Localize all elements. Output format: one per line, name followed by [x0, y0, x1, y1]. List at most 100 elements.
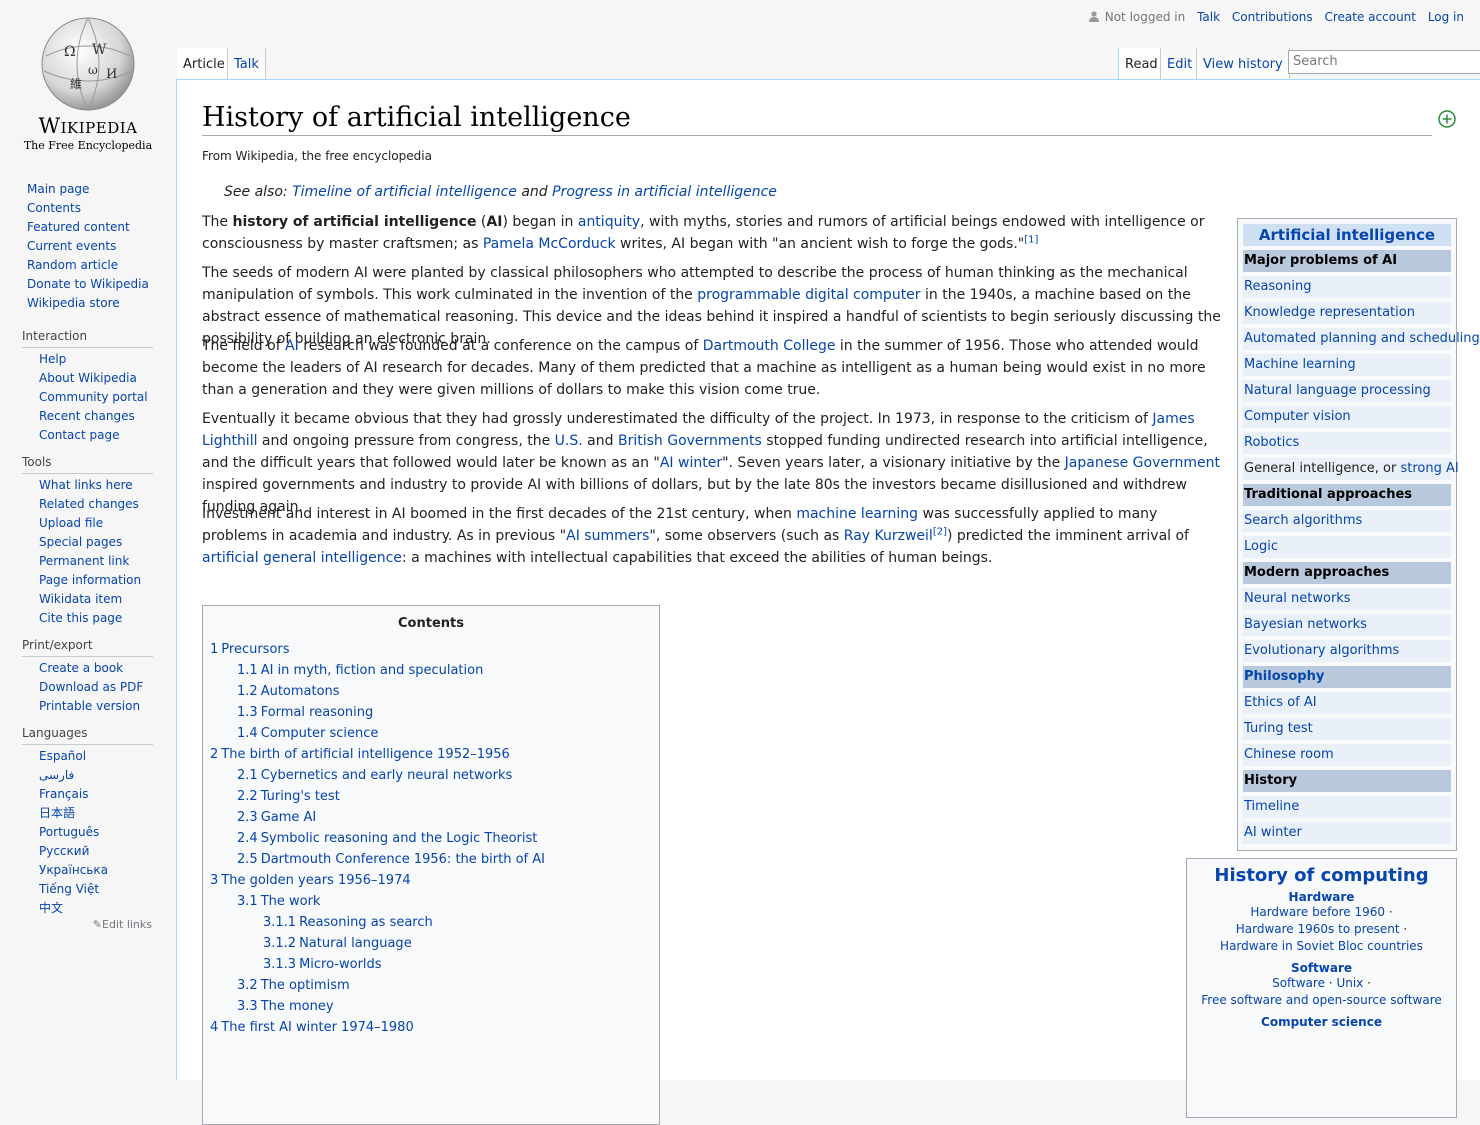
link-us[interactable]: U.S. [555, 433, 583, 449]
link-programmable-digital-computer[interactable]: programmable digital computer [697, 287, 920, 303]
link-agi[interactable]: artificial general intelligence [202, 550, 402, 566]
log-in-link[interactable]: Log in [1428, 10, 1464, 24]
tab-article[interactable]: Article [177, 48, 231, 79]
hoc-hardware-heading[interactable]: Hardware [1187, 890, 1456, 904]
tab-read[interactable]: Read [1118, 48, 1164, 79]
hoc-hw-item[interactable]: Hardware 1960s to present [1236, 922, 1400, 936]
link-ai-winter[interactable]: AI winter [660, 455, 722, 471]
hoc-software-heading[interactable]: Software [1187, 961, 1456, 975]
language-link-6[interactable]: Українська [0, 861, 176, 880]
ai-box-item-automated-planning-and-scheduling[interactable]: Automated planning and scheduling [1243, 328, 1480, 350]
link-dartmouth-college[interactable]: Dartmouth College [703, 338, 836, 354]
toc-item[interactable]: 2.5 Dartmouth Conference 1956: the birth … [203, 849, 659, 870]
toc-item[interactable]: 3.1.1 Reasoning as search [203, 912, 659, 933]
link-ai[interactable]: AI [285, 338, 299, 354]
ai-box-strong-ai-link[interactable]: strong AI [1400, 461, 1458, 476]
hoc-hw-item[interactable]: Hardware before 1960 [1250, 905, 1385, 919]
language-link-1[interactable]: فارسی [0, 766, 176, 785]
sidebar-item-cite-this-page[interactable]: Cite this page [0, 609, 176, 628]
hoc-title[interactable]: History of computing [1187, 865, 1456, 886]
ai-box-item-ai-winter[interactable]: AI winter [1243, 822, 1451, 844]
cite-1[interactable]: [1] [1024, 234, 1038, 245]
sidebar-item-upload-file[interactable]: Upload file [0, 514, 176, 533]
toc-item[interactable]: 3.1 The work [203, 891, 659, 912]
ai-box-item-robotics[interactable]: Robotics [1243, 432, 1451, 454]
toc-item[interactable]: 3.1.3 Micro-worlds [203, 954, 659, 975]
ai-box-item-ethics-of-ai[interactable]: Ethics of AI [1243, 692, 1451, 714]
toc-item[interactable]: 3.2 The optimism [203, 975, 659, 996]
toc-item[interactable]: 2.1 Cybernetics and early neural networks [203, 765, 659, 786]
sidebar-item-random-article[interactable]: Random article [0, 256, 176, 275]
ai-box-item-computer-vision[interactable]: Computer vision [1243, 406, 1451, 428]
link-japanese-government[interactable]: Japanese Government [1065, 455, 1220, 471]
search-input[interactable]: Search [1288, 50, 1480, 74]
toc-item[interactable]: 1.1 AI in myth, fiction and speculation [203, 660, 659, 681]
sidebar-item-community-portal[interactable]: Community portal [0, 388, 176, 407]
sidebar-item-wikipedia-store[interactable]: Wikipedia store [0, 294, 176, 313]
toc-item[interactable]: 2.3 Game AI [203, 807, 659, 828]
sidebar-item-download-as-pdf[interactable]: Download as PDF [0, 678, 176, 697]
ai-box-item-chinese-room[interactable]: Chinese room [1243, 744, 1451, 766]
toc-item[interactable]: 3 The golden years 1956–1974 [203, 870, 659, 891]
ai-box-item-natural-language-processing[interactable]: Natural language processing [1243, 380, 1451, 402]
contributions-link[interactable]: Contributions [1232, 10, 1313, 24]
ai-box-item-timeline[interactable]: Timeline [1243, 796, 1451, 818]
sidebar-item-page-information[interactable]: Page information [0, 571, 176, 590]
sidebar-item-about-wikipedia[interactable]: About Wikipedia [0, 369, 176, 388]
cite-2[interactable]: [2] [933, 526, 947, 537]
sidebar-item-help[interactable]: Help [0, 350, 176, 369]
tab-edit[interactable]: Edit [1160, 48, 1199, 79]
ai-box-item-logic[interactable]: Logic [1243, 536, 1451, 558]
link-pamela-mccorduck[interactable]: Pamela McCorduck [483, 236, 616, 252]
sidebar-item-create-a-book[interactable]: Create a book [0, 659, 176, 678]
sidebar-item-special-pages[interactable]: Special pages [0, 533, 176, 552]
timeline-link[interactable]: Timeline of artificial intelligence [292, 184, 517, 200]
ai-box-title[interactable]: Artificial intelligence [1243, 224, 1451, 246]
sidebar-item-related-changes[interactable]: Related changes [0, 495, 176, 514]
ai-box-item-neural-networks[interactable]: Neural networks [1243, 588, 1451, 610]
ai-box-item-reasoning[interactable]: Reasoning [1243, 276, 1451, 298]
toc-item[interactable]: 3.3 The money [203, 996, 659, 1017]
link-machine-learning[interactable]: machine learning [796, 506, 918, 522]
ai-box-section-header-link[interactable]: Philosophy [1243, 666, 1451, 688]
tab-talk[interactable]: Talk [227, 48, 265, 79]
link-british-governments[interactable]: British Governments [618, 433, 762, 449]
link-ai-summers[interactable]: AI summers [566, 528, 649, 544]
add-indicator-icon[interactable] [1438, 110, 1456, 128]
sidebar-item-donate-to-wikipedia[interactable]: Donate to Wikipedia [0, 275, 176, 294]
language-link-3[interactable]: 日本語 [0, 804, 176, 823]
hoc-sw-item[interactable]: Unix [1336, 976, 1363, 990]
hoc-hw-item[interactable]: Hardware in Soviet Bloc countries [1220, 939, 1423, 953]
toc-item[interactable]: 1.2 Automatons [203, 681, 659, 702]
sidebar-item-printable-version[interactable]: Printable version [0, 697, 176, 716]
link-antiquity[interactable]: antiquity [578, 214, 640, 230]
sidebar-item-featured-content[interactable]: Featured content [0, 218, 176, 237]
sidebar-item-wikidata-item[interactable]: Wikidata item [0, 590, 176, 609]
ai-box-item-search-algorithms[interactable]: Search algorithms [1243, 510, 1451, 532]
sidebar-item-permanent-link[interactable]: Permanent link [0, 552, 176, 571]
sidebar-item-contact-page[interactable]: Contact page [0, 426, 176, 445]
language-link-ti-ng-vi-t[interactable]: Tiếng Việt [0, 880, 176, 899]
sidebar-item-current-events[interactable]: Current events [0, 237, 176, 256]
create-account-link[interactable]: Create account [1324, 10, 1416, 24]
language-link-espa-ol[interactable]: Español [0, 747, 176, 766]
language-link-portugu-s[interactable]: Português [0, 823, 176, 842]
toc-item[interactable]: 2 The birth of artificial intelligence 19… [203, 744, 659, 765]
wikipedia-logo[interactable]: Ω W И 維 ω Wikipedia The Free Encyclopedi… [0, 0, 176, 160]
sidebar-item-what-links-here[interactable]: What links here [0, 476, 176, 495]
ai-box-item-bayesian-networks[interactable]: Bayesian networks [1243, 614, 1451, 636]
link-ray-kurzweil[interactable]: Ray Kurzweil [844, 528, 933, 544]
personal-talk-link[interactable]: Talk [1197, 10, 1220, 24]
ai-box-item-turing-test[interactable]: Turing test [1243, 718, 1451, 740]
toc-item[interactable]: 2.4 Symbolic reasoning and the Logic Theo… [203, 828, 659, 849]
edit-links[interactable]: ✎Edit links [0, 918, 152, 931]
language-link-8[interactable]: 中文 [0, 899, 176, 918]
toc-item[interactable]: 1 Precursors [203, 639, 659, 660]
tab-view-history[interactable]: View history [1196, 48, 1290, 79]
toc-item[interactable]: 1.3 Formal reasoning [203, 702, 659, 723]
ai-box-item-knowledge-representation[interactable]: Knowledge representation [1243, 302, 1451, 324]
hoc-cs-heading[interactable]: Computer science [1187, 1015, 1456, 1029]
hoc-sw-item[interactable]: Free software and open-source software [1201, 993, 1442, 1007]
toc-item[interactable]: 1.4 Computer science [203, 723, 659, 744]
language-link-fran-ais[interactable]: Français [0, 785, 176, 804]
